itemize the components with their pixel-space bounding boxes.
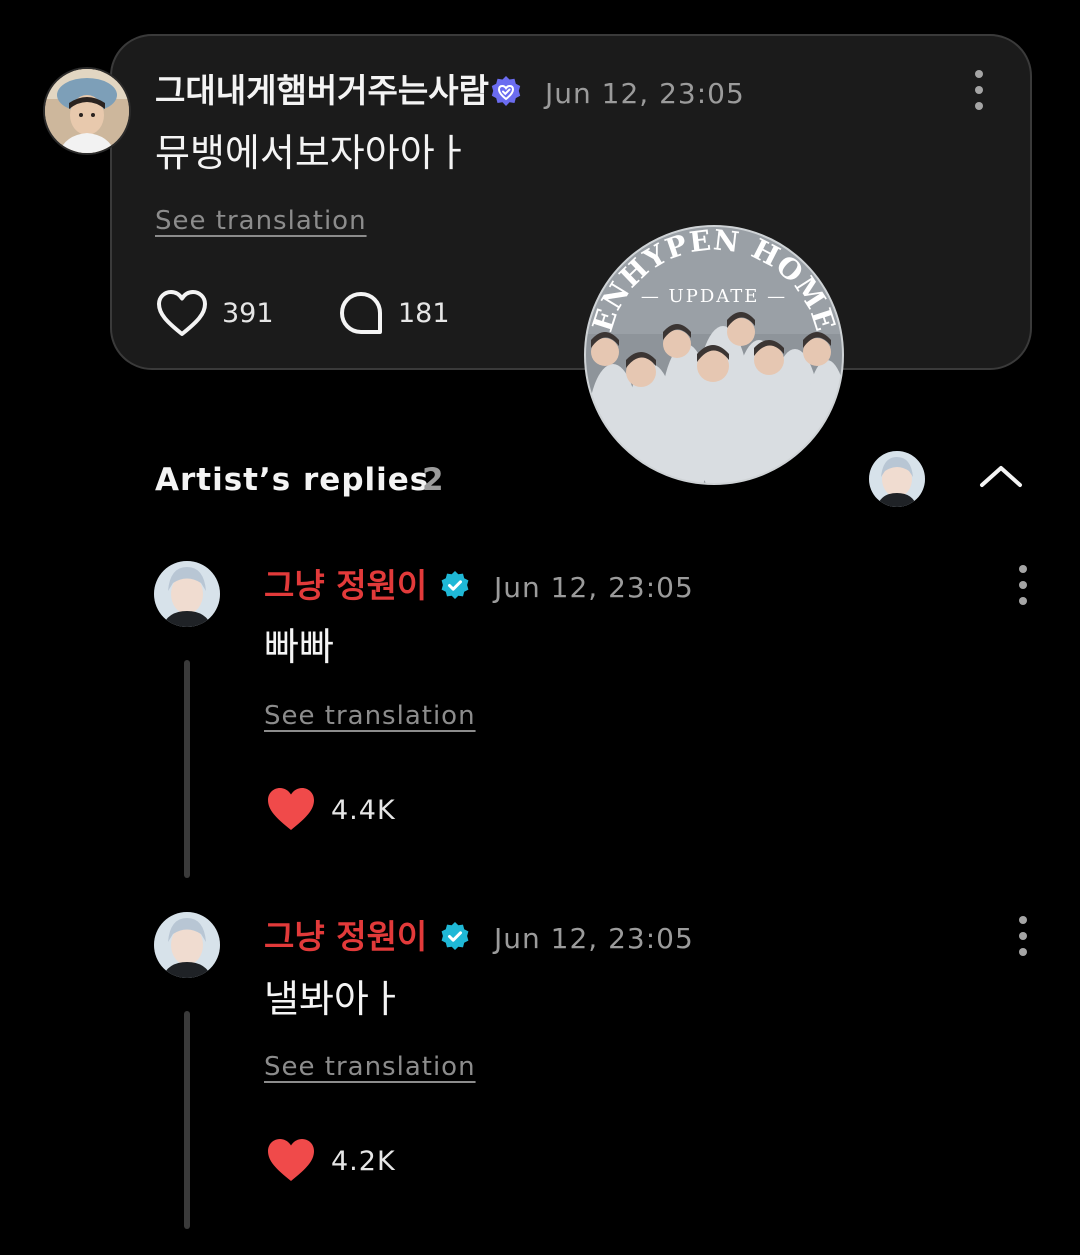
reply-body-text: 빠빠	[264, 625, 334, 669]
verified-badge-icon	[441, 571, 469, 599]
reply-author-name[interactable]: 그냥 정원이	[264, 920, 427, 953]
reply-author-avatar[interactable]	[154, 561, 220, 627]
post-author-avatar[interactable]	[43, 67, 131, 155]
reply-like-count: 4.4K	[331, 795, 396, 826]
enhypen-home-watermark: ENHYPEN HOME — UPDATE —	[584, 224, 844, 485]
comment-bubble-icon[interactable]	[338, 290, 384, 336]
artist-replies-title: Artist’s replies	[155, 462, 430, 498]
artist-replies-count: 2	[422, 462, 444, 498]
post-comment-count: 181	[398, 298, 450, 329]
watermark-subtitle: — UPDATE —	[641, 286, 787, 307]
artist-avatar	[869, 451, 925, 507]
reply-like-count: 4.2K	[331, 1146, 396, 1177]
see-translation-link[interactable]: See translation	[264, 703, 476, 729]
see-translation-link[interactable]: See translation	[264, 1054, 476, 1080]
kebab-menu-icon[interactable]	[967, 70, 991, 110]
kebab-menu-icon[interactable]	[1011, 565, 1035, 605]
reply-body-text: 낼봐아ㅏ	[264, 977, 404, 1021]
post-author-name[interactable]: 그대내게햄버거주는사람	[155, 74, 489, 107]
reply-timestamp: Jun 12, 23:05	[494, 922, 694, 955]
reply-author-name[interactable]: 그냥 정원이	[264, 569, 427, 602]
reply-author-avatar[interactable]	[154, 912, 220, 978]
heart-filled-icon[interactable]	[265, 785, 317, 833]
heart-outline-icon[interactable]	[155, 288, 209, 338]
verified-badge-icon	[491, 76, 521, 106]
kebab-menu-icon[interactable]	[1011, 916, 1035, 956]
post-body-text: 뮤뱅에서보자아아ㅏ	[155, 131, 470, 175]
reply-timestamp: Jun 12, 23:05	[494, 571, 694, 604]
thread-line	[184, 660, 190, 878]
chevron-up-icon[interactable]	[978, 461, 1024, 491]
post-like-count: 391	[222, 298, 274, 329]
thread-line	[184, 1011, 190, 1229]
heart-filled-icon[interactable]	[265, 1136, 317, 1184]
see-translation-link[interactable]: See translation	[155, 208, 367, 234]
post-timestamp: Jun 12, 23:05	[545, 77, 745, 110]
verified-badge-icon	[441, 922, 469, 950]
